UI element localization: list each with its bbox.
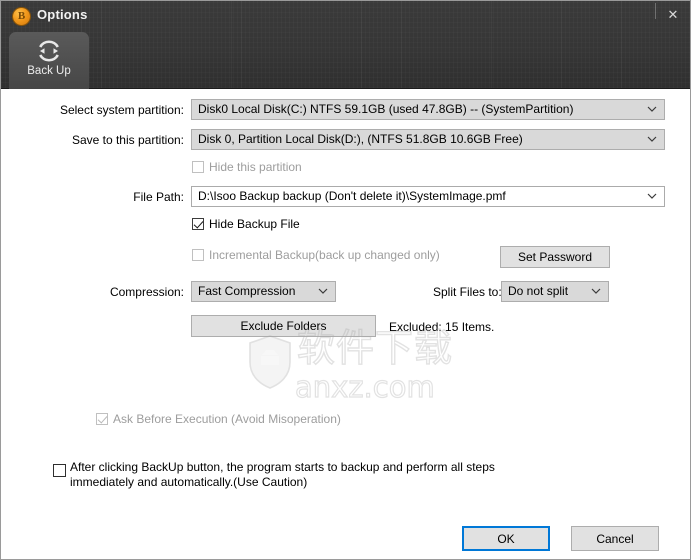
auto-backup-checkbox[interactable]: After clicking BackUp button, the progra… — [53, 460, 553, 490]
exclude-folders-button[interactable]: Exclude Folders — [191, 315, 376, 337]
cancel-button[interactable]: Cancel — [571, 526, 659, 551]
app-logo-icon: B — [13, 8, 30, 25]
incremental-backup-checkbox: Incremental Backup(back up changed only) — [192, 248, 440, 262]
options-dialog: B Options ✕ Back Up Select system partit… — [0, 0, 691, 560]
window-title: Options — [37, 7, 88, 22]
auto-backup-label: After clicking BackUp button, the progra… — [70, 460, 495, 489]
hide-backup-file-label: Hide Backup File — [209, 217, 300, 231]
select-system-partition-combobox[interactable]: Disk0 Local Disk(C:) NTFS 59.1GB (used 4… — [191, 99, 665, 120]
compression-combobox[interactable]: Fast Compression — [191, 281, 336, 302]
checkbox-box — [192, 161, 204, 173]
split-files-value: Do not split — [508, 284, 569, 298]
sync-circle-icon — [36, 38, 62, 64]
ask-before-execution-checkbox: Ask Before Execution (Avoid Misoperation… — [96, 412, 341, 426]
split-files-combobox[interactable]: Do not split — [501, 281, 609, 302]
chevron-down-icon — [645, 187, 659, 206]
chevron-down-icon — [316, 282, 330, 301]
label-split-files: Split Files to: — [433, 285, 502, 299]
select-system-partition-value: Disk0 Local Disk(C:) NTFS 59.1GB (used 4… — [198, 102, 574, 116]
chevron-down-icon — [589, 282, 603, 301]
label-file-path: File Path: — [133, 190, 184, 204]
save-to-partition-value: Disk 0, Partition Local Disk(D:), (NTFS … — [198, 132, 523, 146]
chevron-down-icon — [645, 130, 659, 149]
tab-back-up[interactable]: Back Up — [9, 32, 89, 89]
title-divider — [655, 3, 656, 19]
dialog-body: Select system partition: Disk0 Local Dis… — [1, 90, 690, 559]
ok-button[interactable]: OK — [462, 526, 550, 551]
hide-this-partition-checkbox: Hide this partition — [192, 160, 302, 174]
chevron-down-icon — [645, 100, 659, 119]
label-select-system-partition: Select system partition: — [59, 103, 184, 117]
checkbox-box — [192, 249, 204, 261]
tab-back-up-label: Back Up — [27, 65, 71, 77]
label-save-to-partition: Save to this partition: — [71, 133, 184, 147]
save-to-partition-combobox[interactable]: Disk 0, Partition Local Disk(D:), (NTFS … — [191, 129, 665, 150]
title-bar: B Options ✕ Back Up — [1, 1, 690, 89]
file-path-value: D:\Isoo Backup backup (Don't delete it)\… — [198, 189, 506, 203]
header-texture — [1, 1, 690, 88]
ask-before-execution-label: Ask Before Execution (Avoid Misoperation… — [113, 412, 341, 426]
incremental-backup-label: Incremental Backup(back up changed only) — [209, 248, 440, 262]
compression-value: Fast Compression — [198, 284, 296, 298]
close-icon[interactable]: ✕ — [660, 4, 686, 26]
excluded-status: Excluded: 15 Items. — [389, 320, 495, 334]
shield-icon — [247, 334, 293, 390]
app-logo-glyph: B — [17, 10, 26, 22]
hide-this-partition-label: Hide this partition — [209, 160, 302, 174]
hide-backup-file-checkbox[interactable]: Hide Backup File — [192, 217, 300, 231]
set-password-button[interactable]: Set Password — [500, 246, 610, 268]
watermark-site: anxz.com — [294, 369, 435, 404]
file-path-combobox[interactable]: D:\Isoo Backup backup (Don't delete it)\… — [191, 186, 665, 207]
checkbox-box — [53, 464, 66, 477]
label-compression: Compression: — [109, 285, 184, 299]
checkbox-box — [192, 218, 204, 230]
checkbox-box — [96, 413, 108, 425]
